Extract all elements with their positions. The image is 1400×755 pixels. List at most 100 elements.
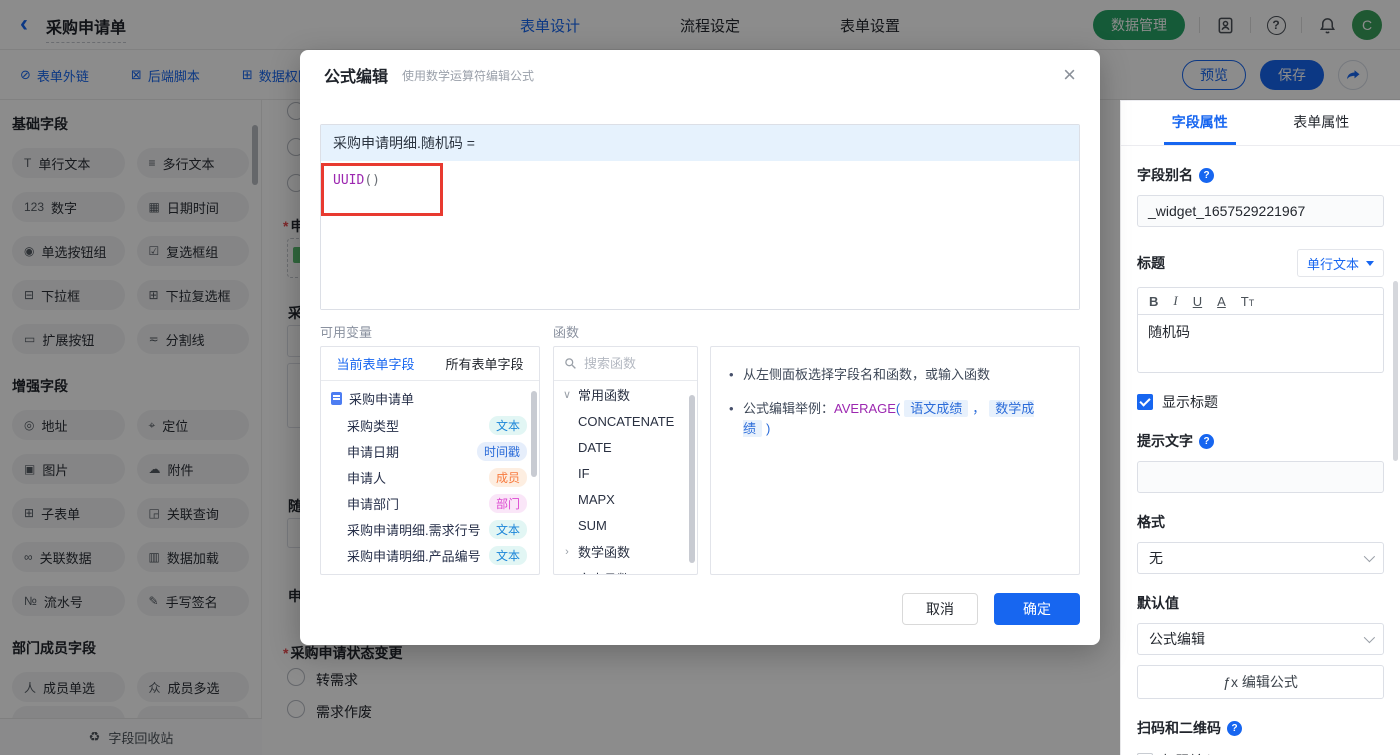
variables-caption: 可用变量 [320,325,373,340]
functions-panel: ∨ 常用函数 CONCATENATE DATE IF MAPX SUM › 数学… [553,346,698,575]
function-search-input[interactable] [584,356,687,371]
chevron-down-icon [1363,631,1376,644]
format-label: 格式 [1137,514,1165,530]
variable-type-badge: 文本 [488,415,527,435]
screen: ‹ 采购申请单 表单设计 流程设定 表单设置 数据管理 ? C ⊘ 表单外链 ⊠… [0,0,1400,755]
formula-box: 采购申请明细.随机码 = UUID() [320,124,1080,310]
variable-type-badge: 时间戳 [476,441,527,461]
variable-name: 申请部门 [347,496,400,512]
chevron-closed-icon: › [562,573,572,575]
scan-input-checkbox[interactable]: 扫码输入 [1137,751,1384,755]
variable-name: 申请人 [347,470,387,486]
variable-type-badge: 部门 [488,493,527,513]
hint-panel: 从左侧面板选择字段名和函数，或输入函数 公式编辑举例：AVERAGE(语文成绩，… [710,346,1080,575]
alias-input[interactable]: _widget_1657529221967 [1137,195,1384,227]
checkbox-checked-icon [1137,394,1153,410]
variables-tree: 采购类型 文本 申请日期 时间戳 申请人 成员 申请部门 部门 采购申请明细.需… [321,412,539,568]
variable-item[interactable]: 采购申请明细.产品编号 文本 [321,542,539,568]
formula-editor-area[interactable]: UUID() [321,161,1079,309]
hint-input[interactable] [1137,461,1384,493]
tab-all-form-fields[interactable]: 所有表单字段 [430,347,539,380]
scan-input-label: 扫码输入 [1162,751,1218,755]
scan-qrcode-label: 扫码和二维码 [1137,718,1384,738]
tab-current-form-fields[interactable]: 当前表单字段 [321,347,430,380]
properties-tabs: 字段属性 表单属性 [1121,101,1400,146]
variable-item[interactable]: 采购类型 文本 [321,412,539,438]
font-size-icon[interactable]: TT [1241,294,1254,309]
title-label: 标题 [1137,255,1165,271]
variables-tabs: 当前表单字段 所有表单字段 [321,347,539,381]
help-badge-icon[interactable] [1199,433,1214,449]
modal-header: 公式编辑 使用数学运算符编辑公式 × [300,50,1100,100]
variable-name: 采购类型 [347,418,400,434]
show-title-label: 显示标题 [1162,394,1218,410]
search-icon [565,358,576,369]
hint-label: 提示文字 [1137,431,1384,451]
variable-item[interactable]: 申请部门 部门 [321,490,539,516]
chevron-down-icon [1363,550,1376,563]
formula-target: 采购申请明细.随机码 = [321,125,1079,161]
italic-icon[interactable]: I [1173,293,1177,309]
close-icon[interactable]: × [1063,64,1076,86]
alias-label: 字段别名 [1137,165,1384,185]
edit-formula-button[interactable]: ƒx 编辑公式 [1137,665,1384,699]
properties-drawer: 字段属性 表单属性 字段别名 _widget_1657529221967 标题 … [1120,100,1400,755]
modal-subtitle: 使用数学运算符编辑公式 [402,68,535,83]
tab-field-properties[interactable]: 字段属性 [1163,101,1236,145]
variables-scrollbar[interactable] [531,391,537,477]
function-group-common[interactable]: ∨ 常用函数 [554,381,697,408]
drawer-scrollbar[interactable] [1393,281,1398,461]
variable-item[interactable]: 采购申请明细.需求行号 文本 [321,516,539,542]
function-item[interactable]: CONCATENATE [554,408,697,434]
function-item[interactable]: DATE [554,434,697,460]
variable-item[interactable]: 申请人 成员 [321,464,539,490]
title-row: 标题 单行文本 [1137,249,1384,277]
functions-caption: 函数 [553,325,580,340]
modal-footer: 取消 确定 [902,593,1080,625]
format-select[interactable]: 无 [1137,542,1384,574]
variable-type-badge: 文本 [488,545,527,565]
properties-body: 字段别名 _widget_1657529221967 标题 单行文本 B I U… [1121,165,1400,755]
font-color-icon[interactable]: A [1217,294,1226,309]
richtext-toolbar: B I U A TT [1137,287,1384,315]
function-items: CONCATENATE DATE IF MAPX SUM [554,408,697,538]
help-badge-icon[interactable] [1199,167,1214,183]
annotation-rect [321,163,443,216]
cancel-button[interactable]: 取消 [902,593,978,625]
variable-type-badge: 成员 [488,467,527,487]
functions-scrollbar[interactable] [689,395,695,563]
tab-form-properties[interactable]: 表单属性 [1285,101,1357,145]
variable-type-badge: 文本 [488,519,527,539]
underline-icon[interactable]: U [1193,294,1202,309]
variables-panel: 当前表单字段 所有表单字段 采购申请单 采购类型 文本 申请日期 时间戳 申请人… [320,346,540,575]
variable-name: 采购申请明细.产品编号 [347,548,481,564]
default-value-select[interactable]: 公式编辑 [1137,623,1384,655]
hint-line-1: 从左侧面板选择字段名和函数，或输入函数 [729,365,1061,385]
function-item[interactable]: MAPX [554,486,697,512]
confirm-button[interactable]: 确定 [994,593,1080,625]
variables-tree-root[interactable]: 采购申请单 [321,381,539,412]
chevron-closed-icon: › [565,545,569,558]
function-group-text[interactable]: › 文本函数 [554,565,697,575]
form-doc-icon [331,392,342,405]
function-search [554,347,697,381]
help-badge-icon[interactable] [1227,720,1242,736]
modal-title: 公式编辑 [324,69,389,86]
formula-editor-modal: 公式编辑 使用数学运算符编辑公式 × 采购申请明细.随机码 = UUID() 可… [300,50,1100,645]
show-title-checkbox[interactable]: 显示标题 [1137,392,1384,412]
chevron-open-icon: ∨ [562,389,572,401]
field-type-select[interactable]: 单行文本 [1296,249,1384,277]
function-group-math[interactable]: › 数学函数 [554,538,697,565]
variable-item[interactable]: 申请日期 时间戳 [321,438,539,464]
hint-line-2: 公式编辑举例：AVERAGE(语文成绩，数学成绩) [729,399,1061,439]
formula-code[interactable]: UUID() [333,173,380,188]
variable-name: 申请日期 [347,444,400,460]
title-textarea[interactable]: 随机码 [1137,315,1384,373]
example-field-chip: 语文成绩 [904,400,969,417]
chevron-down-icon [1366,260,1374,266]
bold-icon[interactable]: B [1149,294,1158,309]
function-item[interactable]: SUM [554,512,697,538]
variable-name: 采购申请明细.需求行号 [347,522,481,538]
function-item[interactable]: IF [554,460,697,486]
default-value-label: 默认值 [1137,595,1179,611]
